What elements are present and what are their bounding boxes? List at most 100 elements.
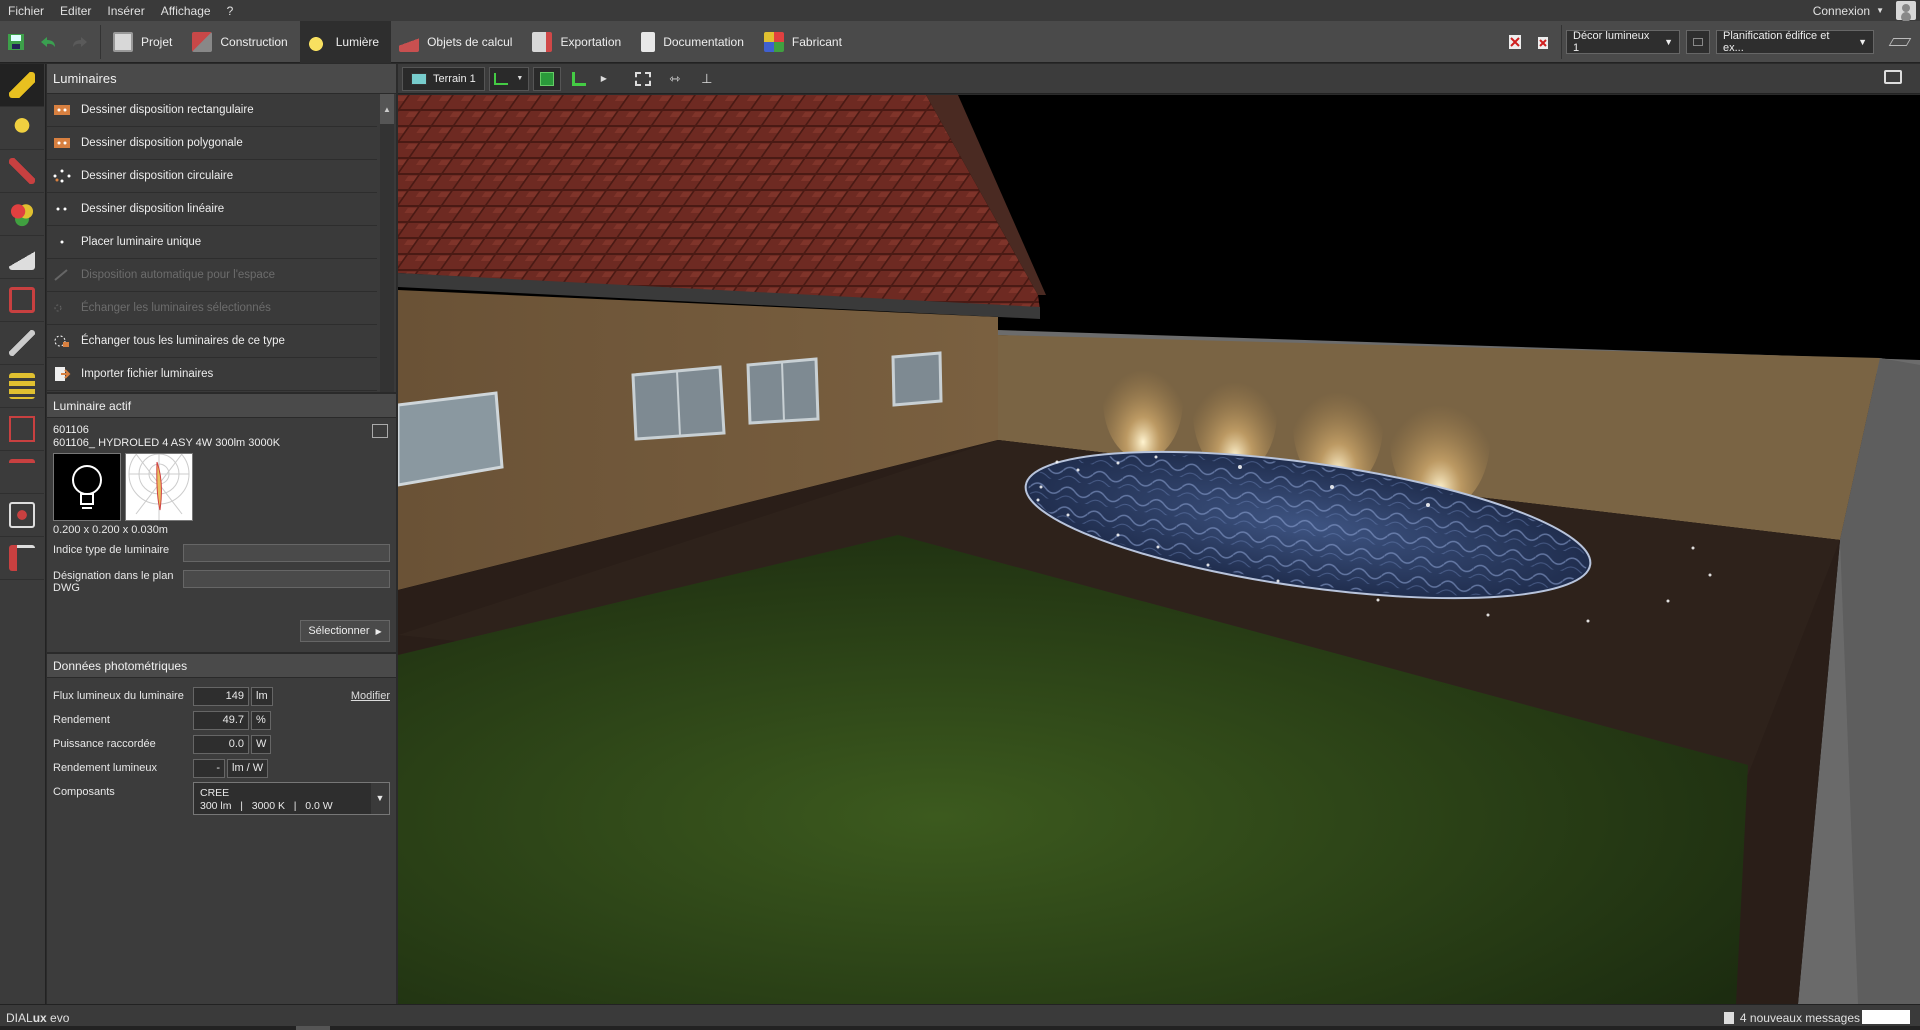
tool-arrange[interactable] (0, 150, 44, 193)
tool-cut[interactable] (0, 451, 44, 494)
calculation-icon (399, 31, 420, 52)
components-select[interactable]: CREE 300 lm | 3000 K | 0.0 W ▼ (193, 782, 390, 815)
menu-help[interactable]: ? (219, 4, 242, 18)
terrain-button[interactable]: Terrain 1 (402, 66, 485, 91)
component-detail: 300 lm | 3000 K | 0.0 W (200, 800, 333, 812)
view-toggle-button[interactable] (1880, 21, 1920, 63)
expand-arrow-button[interactable]: ▶ (597, 67, 611, 91)
bottom-scrollbar[interactable] (0, 1026, 1920, 1030)
polygonal-layout-icon (54, 138, 70, 148)
power-label: Puissance raccordée (53, 738, 156, 750)
action-polygonal-layout[interactable]: Dessiner disposition polygonale (47, 127, 377, 160)
rectangular-layout-icon (54, 105, 70, 115)
menu-view[interactable]: Affichage (153, 4, 219, 18)
chevron-down-icon: ▼ (371, 783, 389, 814)
single-luminaire-icon (60, 240, 64, 244)
tool-settings[interactable] (0, 322, 44, 365)
action-label: Échanger tous les luminaires de ce type (81, 335, 285, 347)
tool-lamp[interactable] (0, 107, 44, 150)
tab-construction[interactable]: Construction (184, 21, 299, 63)
delete-all-button[interactable] (1529, 21, 1557, 63)
user-avatar-icon[interactable] (1896, 1, 1916, 20)
tool-layers[interactable] (0, 365, 44, 408)
floor-plan-icon (494, 72, 509, 85)
tab-export[interactable]: Exportation (524, 21, 633, 63)
menu-bar: Fichier Editer Insérer Affichage ? (0, 0, 1920, 21)
luminaires-header: Luminaires (47, 64, 396, 94)
wrench-icon (9, 330, 35, 356)
luminaire-tool-icon (9, 72, 35, 98)
linear-layout-icon (56, 207, 67, 211)
tab-manufacturer[interactable]: Fabricant (756, 21, 854, 63)
light-scene-select[interactable]: Décor lumineux 1 ▼ (1566, 30, 1680, 54)
tab-project[interactable]: Projet (105, 21, 184, 63)
action-linear-layout[interactable]: Dessiner disposition linéaire (47, 193, 377, 226)
menu-edit[interactable]: Editer (52, 4, 99, 18)
tool-colors[interactable] (0, 193, 44, 236)
luminaire-thumbnails (53, 443, 390, 521)
green-square-icon (539, 71, 554, 86)
select-label: Sélectionner (308, 625, 370, 637)
tool-luminaires[interactable] (0, 64, 44, 107)
measure-icon: ⇿ (669, 70, 681, 86)
type-index-input[interactable] (182, 544, 390, 562)
save-button[interactable] (0, 21, 32, 63)
tab-light[interactable]: Lumière (299, 20, 392, 63)
menu-file[interactable]: Fichier (0, 4, 52, 18)
luminous-flux-value: 149 (193, 686, 249, 706)
undo-button[interactable] (32, 21, 64, 63)
action-circular-layout[interactable]: Dessiner disposition circulaire (47, 160, 377, 193)
action-single-luminaire[interactable]: Placer luminaire unique (47, 226, 377, 259)
tab-export-label: Exportation (560, 34, 622, 49)
modify-link[interactable]: Modifier (351, 690, 390, 702)
tab-calculation-objects[interactable]: Objets de calcul (391, 21, 524, 63)
action-label: Dessiner disposition polygonale (81, 137, 243, 149)
delete-scene-button[interactable] (1501, 21, 1529, 63)
photometric-body: Modifier Flux lumineux du luminaire 149 … (47, 678, 396, 848)
tool-luminaire-groups[interactable] (0, 236, 44, 279)
fullscreen-icon[interactable] (1884, 70, 1902, 84)
tab-project-label: Projet (141, 34, 173, 49)
action-label: Dessiner disposition circulaire (81, 170, 234, 182)
room-view-button[interactable] (565, 67, 593, 91)
planning-mode-select[interactable]: Planification édifice et ex... ▼ (1716, 30, 1874, 54)
tab-documentation[interactable]: Documentation (633, 21, 756, 63)
tool-hierarchy[interactable] (0, 537, 44, 580)
action-rectangular-layout[interactable]: Dessiner disposition rectangulaire (47, 94, 377, 127)
chevron-right-icon: ▶ (600, 74, 607, 83)
copy-icon[interactable] (372, 424, 388, 438)
delete-icon (1509, 35, 1521, 49)
luminaires-scrollbar[interactable]: ▲ (380, 94, 394, 392)
auto-layout-icon (54, 269, 68, 281)
messages-indicator[interactable]: 4 nouveaux messages (1723, 1011, 1860, 1025)
scrollbar-thumb[interactable] (296, 1026, 330, 1030)
action-import-file[interactable]: Importer fichier luminaires (47, 358, 377, 391)
redo-icon (73, 36, 87, 47)
dwg-designation-input[interactable] (182, 570, 390, 588)
menu-insert[interactable]: Insérer (99, 4, 152, 18)
redo-button[interactable] (64, 21, 96, 63)
3d-view-button[interactable] (532, 66, 561, 91)
construction-icon (192, 31, 213, 52)
light-scene-settings-button[interactable] (1686, 30, 1710, 54)
polar-diagram-icon (128, 443, 190, 520)
3d-viewport[interactable] (398, 95, 1920, 1004)
select-luminaire-button[interactable]: Sélectionner ▶ (300, 620, 390, 642)
view-mode-button[interactable]: ▼ (488, 66, 529, 91)
dimension-button[interactable]: ⊥ (693, 67, 721, 91)
measure-button[interactable]: ⇿ (661, 67, 689, 91)
text-tool-icon (9, 416, 35, 442)
tab-calculation-label: Objets de calcul (427, 34, 513, 49)
action-label: Importer fichier luminaires (81, 368, 214, 380)
tool-rooms[interactable] (0, 279, 44, 322)
tool-frame[interactable] (0, 494, 44, 537)
zoom-fit-button[interactable] (629, 67, 657, 91)
circular-layout-icon (53, 169, 71, 183)
layers-icon (9, 373, 35, 399)
efficiency-value: 49.7 (193, 710, 249, 730)
type-index-row: Indice type de luminaire (53, 544, 390, 562)
tool-text[interactable] (0, 408, 44, 451)
login-menu[interactable]: Connexion ▼ (1813, 0, 1884, 21)
action-swap-all[interactable]: Échanger tous les luminaires de ce type (47, 325, 377, 358)
scroll-up-icon[interactable]: ▲ (380, 94, 394, 124)
